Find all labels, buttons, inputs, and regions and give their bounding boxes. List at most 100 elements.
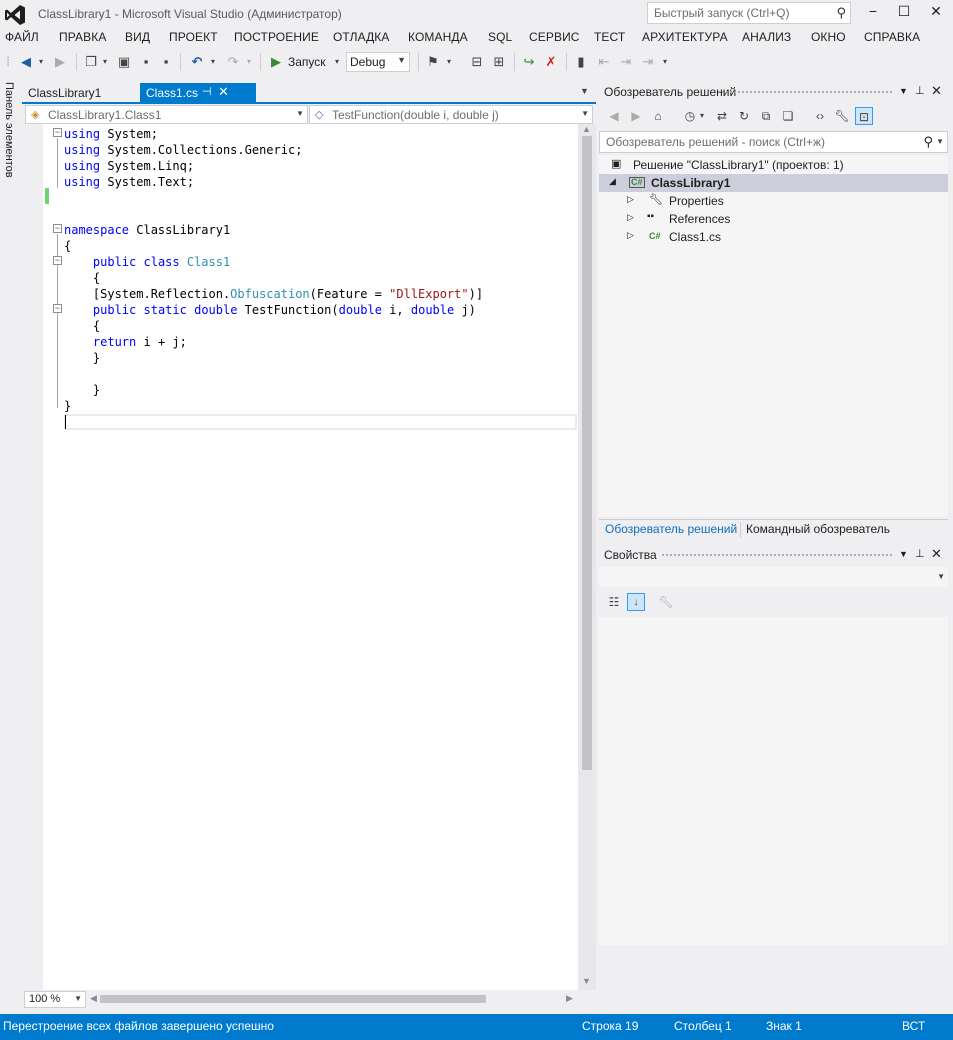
menu-analyze[interactable]: АНАЛИЗ [742, 30, 791, 44]
save-icon[interactable]: ▪ [137, 52, 155, 72]
tree-item-solution[interactable]: ▣ Решение "ClassLibrary1" (проектов: 1) [599, 156, 948, 174]
menu-window[interactable]: ОКНО [811, 30, 846, 44]
sync-with-document-icon[interactable]: ⇄ [713, 107, 731, 125]
previous-bookmark-icon[interactable]: ⇤ [596, 52, 612, 72]
pin-panel-icon[interactable]: ⊥ [915, 547, 925, 560]
tree-item-project[interactable]: ◢ C# ClassLibrary1 [599, 174, 948, 192]
categorized-icon[interactable]: ☷ [605, 593, 623, 611]
pin-tab-icon[interactable]: ⊣ [202, 85, 212, 98]
collapse-icon[interactable]: − [53, 128, 62, 137]
panel-menu-icon[interactable]: ▼ [899, 86, 908, 96]
tab-solution-explorer[interactable]: Обозреватель решений [601, 522, 741, 536]
tab-overflow-icon[interactable]: ▼ [580, 86, 589, 96]
toolbar-options-icon[interactable]: ▾ [444, 52, 454, 72]
show-all-files-icon[interactable]: ❏ [779, 107, 797, 125]
menu-file[interactable]: ФАЙЛ [5, 30, 39, 44]
collapse-icon[interactable]: − [53, 256, 62, 265]
menu-architecture[interactable]: АРХИТЕКТУРА [642, 30, 728, 44]
solution-explorer-search-input[interactable]: Обозреватель решений - поиск (Ctrl+ж) ⚲ … [599, 131, 948, 153]
search-icon[interactable]: ⚲ [836, 5, 846, 21]
collapsed-arrow-icon[interactable]: ▷ [627, 194, 634, 205]
navigate-forward-icon[interactable]: ▶ [50, 52, 70, 72]
start-debugging-icon[interactable]: ▶ [268, 52, 284, 72]
collapse-all-icon[interactable]: ⧉ [757, 107, 775, 125]
code-editor[interactable]: − − − − using System; using System.Colle… [22, 124, 596, 990]
redo-icon[interactable]: ↷ [224, 52, 242, 72]
tab-team-explorer[interactable]: Командный обозреватель [742, 522, 894, 536]
preview-selected-items-icon[interactable]: ⊡ [855, 107, 873, 125]
close-tab-icon[interactable]: ✕ [218, 84, 229, 100]
collapsed-arrow-icon[interactable]: ▷ [627, 212, 634, 223]
type-dropdown[interactable]: ◈ ClassLibrary1.Class1 ▼ [25, 105, 308, 124]
refresh-icon[interactable]: ↻ [735, 107, 753, 125]
alphabetical-sort-icon[interactable]: ↓ [627, 593, 645, 611]
horizontal-scrollbar[interactable]: ◀ ▶ [88, 993, 576, 1005]
menu-debug[interactable]: ОТЛАДКА [333, 30, 390, 44]
menu-test[interactable]: ТЕСТ [594, 30, 625, 44]
collapsed-arrow-icon[interactable]: ▷ [627, 230, 634, 241]
member-dropdown[interactable]: ◇ TestFunction(double i, double j) ▼ [309, 105, 593, 124]
navigate-back-icon[interactable]: ◀ [16, 52, 36, 72]
add-breakpoint-icon[interactable]: ↪ [520, 52, 538, 72]
vertical-scrollbar[interactable]: ▲ ▼ [578, 124, 596, 990]
panel-grip[interactable] [717, 90, 893, 95]
tree-item-references[interactable]: ▷ ▪▪ References [599, 210, 948, 228]
menu-help[interactable]: СПРАВКА [864, 30, 920, 44]
next-bookmark-icon[interactable]: ⇥ [618, 52, 634, 72]
tree-item-properties[interactable]: ▷ 🔧︎ Properties [599, 192, 948, 210]
solution-configurations-icon[interactable]: ⊟ [468, 52, 486, 72]
start-dropdown-icon[interactable]: ▾ [332, 52, 342, 72]
scroll-right-icon[interactable]: ▶ [566, 993, 573, 1004]
properties-wrench-icon[interactable]: 🔧︎ [833, 107, 851, 125]
start-button[interactable]: Запуск [288, 52, 330, 72]
menu-edit[interactable]: ПРАВКА [59, 30, 106, 44]
scroll-left-icon[interactable]: ◀ [90, 993, 97, 1004]
bookmark-icon[interactable]: ▮ [574, 52, 588, 72]
close-window-button[interactable]: ✕ [923, 2, 949, 22]
class-view-icon[interactable]: ⊞ [490, 52, 508, 72]
menu-build[interactable]: ПОСТРОЕНИЕ [234, 30, 319, 44]
scroll-down-icon[interactable]: ▼ [582, 976, 591, 986]
home-icon[interactable]: ⌂ [649, 107, 667, 125]
toolbox-tab[interactable]: Панель элементов [3, 82, 15, 178]
navigate-back-dropdown-icon[interactable]: ▾ [36, 52, 46, 72]
collapse-icon[interactable]: − [53, 224, 62, 233]
collapse-icon[interactable]: − [53, 304, 62, 313]
open-file-icon[interactable]: ▣ [115, 52, 133, 72]
scroll-up-icon[interactable]: ▲ [582, 124, 591, 134]
undo-icon[interactable]: ↶ [188, 52, 206, 72]
pin-panel-icon[interactable]: ⊥ [915, 84, 925, 97]
clear-bookmarks-icon[interactable]: ⇥ [640, 52, 656, 72]
menu-sql[interactable]: SQL [488, 30, 512, 44]
search-options-dropdown-icon[interactable]: ▼ [936, 137, 944, 146]
toolbar-options-icon[interactable]: ▾ [660, 52, 670, 72]
find-in-files-icon[interactable]: ⚑ [424, 52, 442, 72]
code-text[interactable]: using System; using System.Collections.G… [64, 126, 483, 430]
new-project-icon[interactable]: ❐ [82, 52, 100, 72]
undo-dropdown-icon[interactable]: ▾ [208, 52, 218, 72]
properties-object-dropdown[interactable]: ▼ [599, 567, 948, 587]
panel-menu-icon[interactable]: ▼ [899, 549, 908, 559]
horizontal-scroll-thumb[interactable] [100, 995, 486, 1003]
forward-icon[interactable]: ▶ [627, 107, 645, 125]
view-code-icon[interactable]: ‹› [811, 107, 829, 125]
solution-configuration-dropdown[interactable]: Debug ▼ [346, 52, 410, 72]
zoom-dropdown[interactable]: 100 % ▼ [24, 991, 86, 1008]
redo-dropdown-icon[interactable]: ▾ [244, 52, 254, 72]
back-icon[interactable]: ◀ [605, 107, 623, 125]
remove-breakpoint-icon[interactable]: ✗ [542, 52, 560, 72]
tab-class1-cs[interactable]: Class1.cs ⊣ ✕ [140, 83, 256, 103]
tab-classlibrary1[interactable]: ClassLibrary1 [22, 83, 136, 103]
menu-view[interactable]: ВИД [125, 30, 150, 44]
expanded-arrow-icon[interactable]: ◢ [609, 176, 616, 187]
tree-item-class1-cs[interactable]: ▷ C# Class1.cs [599, 228, 948, 246]
vertical-scroll-thumb[interactable] [582, 136, 592, 770]
close-panel-icon[interactable]: ✕ [931, 546, 942, 562]
close-panel-icon[interactable]: ✕ [931, 83, 942, 99]
pending-changes-dropdown-icon[interactable]: ▾ [697, 107, 707, 125]
maximize-button[interactable]: ☐ [891, 2, 917, 22]
search-icon[interactable]: ⚲ [923, 134, 933, 150]
save-all-icon[interactable]: ▪ [157, 52, 175, 72]
menu-project[interactable]: ПРОЕКТ [169, 30, 218, 44]
quick-launch-input[interactable]: Быстрый запуск (Ctrl+Q) ⚲ [647, 2, 851, 24]
